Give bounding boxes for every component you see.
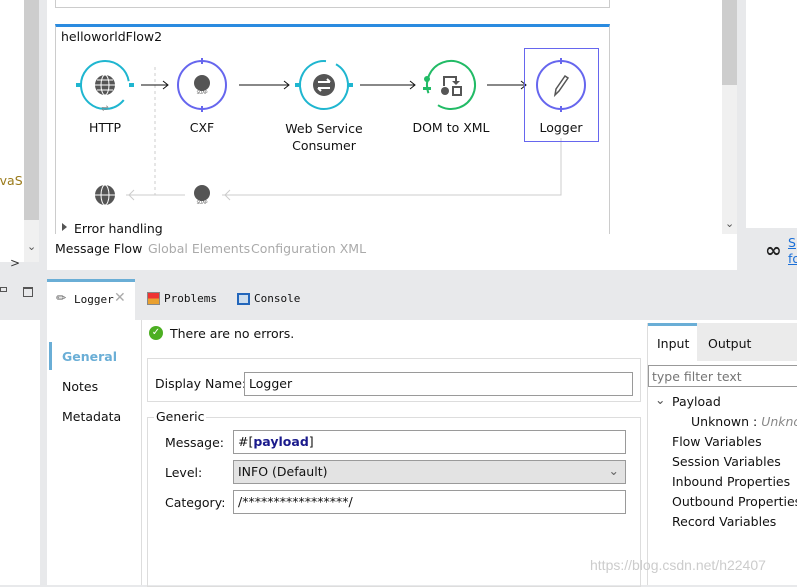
tree-flow-variables[interactable]: Flow Variables — [672, 434, 762, 449]
minimize-icon[interactable] — [0, 287, 7, 292]
tree-payload[interactable]: Payload — [672, 394, 721, 409]
close-icon[interactable]: ✕ — [114, 290, 126, 306]
svg-text:SOAP: SOAP — [197, 200, 208, 205]
status-ok-icon: ✓ — [149, 326, 163, 340]
properties-panel: General Notes Metadata ✓ There are no er… — [47, 320, 797, 587]
problems-icon — [147, 292, 160, 305]
infinity-icon: ∞ — [765, 238, 782, 262]
tree-payload-child[interactable]: Unknown : Unknown — [691, 414, 797, 429]
node-label-cxf: CXF — [189, 120, 215, 135]
return-soap-icon: SOAP — [194, 185, 210, 205]
http-node[interactable]: ⇌ — [71, 51, 139, 119]
filter-input[interactable] — [648, 365, 797, 387]
status-message: There are no errors. — [170, 326, 295, 341]
tab-logger[interactable]: ✏ Logger ✕ — [47, 279, 135, 320]
editor-tab-configuration-xml[interactable]: Configuration XML — [251, 241, 366, 256]
node-label-ws-line2: Consumer — [292, 138, 356, 153]
tab-logger-label: Logger — [74, 293, 114, 306]
right-panel — [746, 0, 797, 228]
expand-triangle-icon — [62, 223, 67, 231]
side-link[interactable]: Sfo — [788, 235, 797, 267]
error-handling-toggle[interactable]: Error handling — [74, 221, 163, 236]
svg-text:⇌: ⇌ — [101, 104, 109, 114]
maximize-icon[interactable] — [23, 287, 33, 297]
left-view — [0, 320, 40, 585]
message-label: Message: — [165, 435, 224, 450]
exchange-icon — [313, 74, 335, 96]
tree-record-variables[interactable]: Record Variables — [672, 514, 776, 529]
level-label: Level: — [165, 465, 203, 480]
message-input[interactable]: #[payload] — [233, 430, 626, 454]
editor-tab-message-flow[interactable]: Message Flow — [55, 241, 142, 256]
tree-outbound-properties[interactable]: Outbound Properties — [672, 494, 797, 509]
node-label-http: HTTP — [89, 120, 121, 135]
pencil-icon: ✏ — [56, 291, 67, 305]
category-label: Category: — [165, 495, 226, 510]
node-label-ws-line1: Web Service — [285, 121, 363, 136]
soap-globe-icon — [194, 75, 210, 91]
node-label-ws: Web Service Consumer — [274, 120, 374, 154]
watermark: https://blog.csdn.net/h22407 — [590, 557, 766, 573]
node-label-logger: Logger — [539, 120, 583, 135]
node-label-dom: DOM to XML — [412, 120, 490, 135]
display-name-input[interactable]: Logger — [244, 372, 633, 396]
tab-problems[interactable]: Problems — [147, 290, 217, 305]
category-input[interactable]: /*****************/ — [233, 490, 626, 514]
tab-output[interactable]: Output — [708, 336, 751, 351]
display-name-label: Display Name: — [155, 376, 247, 391]
nav-general[interactable]: General — [62, 349, 117, 364]
tree-session-variables[interactable]: Session Variables — [672, 454, 781, 469]
pencil-icon — [553, 74, 570, 98]
return-globe-icon — [95, 184, 115, 206]
generic-group-title: Generic — [154, 409, 207, 424]
chevron-down-icon: ⌄ — [608, 463, 619, 478]
console-icon — [237, 292, 250, 305]
dom-to-xml-node[interactable] — [420, 54, 482, 116]
tab-input[interactable]: Input — [648, 323, 697, 361]
tree-inbound-properties[interactable]: Inbound Properties — [672, 474, 790, 489]
nav-metadata[interactable]: Metadata — [62, 409, 121, 424]
nav-notes[interactable]: Notes — [62, 379, 98, 394]
cxf-node[interactable]: SOAP — [177, 58, 227, 112]
transform-icon — [441, 76, 462, 96]
web-service-consumer-node[interactable] — [291, 52, 357, 118]
chevron-down-icon[interactable]: ⌄ — [655, 392, 665, 407]
svg-text:SOAP: SOAP — [197, 90, 208, 95]
editor-tab-global-elements[interactable]: Global Elements — [148, 241, 250, 256]
tab-console[interactable]: Console — [237, 290, 300, 305]
level-select[interactable]: INFO (Default) ⌄ — [233, 460, 626, 484]
